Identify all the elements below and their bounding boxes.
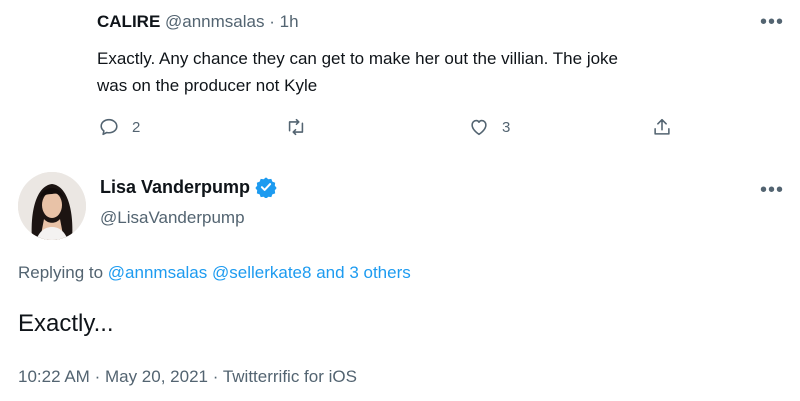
reply-separator: · xyxy=(269,12,275,31)
reply-tweet-text: Exactly. Any chance they can get to make… xyxy=(97,45,618,99)
reply-icon xyxy=(100,118,118,136)
share-icon xyxy=(654,118,670,135)
share-button[interactable] xyxy=(651,116,673,138)
mention-sellerkate8[interactable]: @sellerkate8 xyxy=(212,263,311,282)
avatar[interactable] xyxy=(18,172,86,240)
author-handle[interactable]: @LisaVanderpump xyxy=(100,207,245,229)
reply-button[interactable]: 2 xyxy=(98,116,140,138)
reply-tweet-header: CALIRE @annmsalas · 1h xyxy=(97,11,299,33)
tweet-time[interactable]: 10:22 AM xyxy=(18,367,90,386)
reply-time[interactable]: 1h xyxy=(280,12,299,31)
replying-prefix: Replying to xyxy=(18,263,104,282)
tweet-meta: 10:22 AM · May 20, 2021 · Twitterrific f… xyxy=(18,366,357,388)
meta-separator-2: · xyxy=(212,367,219,386)
replying-others[interactable]: 3 others xyxy=(349,263,410,282)
tweet-date[interactable]: May 20, 2021 xyxy=(105,367,208,386)
like-count: 3 xyxy=(502,118,511,136)
replying-to: Replying to @annmsalas @sellerkate8 and … xyxy=(18,262,411,284)
tweet-source[interactable]: Twitterrific for iOS xyxy=(223,367,357,386)
author-name-row: Lisa Vanderpump xyxy=(100,176,277,198)
retweet-button[interactable] xyxy=(284,116,308,138)
like-button[interactable]: 3 xyxy=(468,116,510,138)
tweet-text: Exactly... xyxy=(18,310,114,337)
reply-text-line-2: was on the producer not Kyle xyxy=(97,76,318,95)
reply-text-line-1: Exactly. Any chance they can get to make… xyxy=(97,49,618,68)
reply-more-icon[interactable]: ••• xyxy=(760,12,784,32)
verified-badge-icon xyxy=(255,177,277,198)
retweet-icon xyxy=(288,118,304,136)
reply-author-name[interactable]: CALIRE xyxy=(97,12,160,31)
main-more-icon[interactable]: ••• xyxy=(760,180,784,200)
meta-separator: · xyxy=(94,367,101,386)
like-icon xyxy=(471,119,487,136)
replying-and[interactable]: and xyxy=(316,263,344,282)
author-name[interactable]: Lisa Vanderpump xyxy=(100,176,250,198)
reply-author-handle[interactable]: @annmsalas xyxy=(165,12,264,31)
reply-count: 2 xyxy=(132,118,141,136)
mention-annmsalas[interactable]: @annmsalas xyxy=(108,263,207,282)
